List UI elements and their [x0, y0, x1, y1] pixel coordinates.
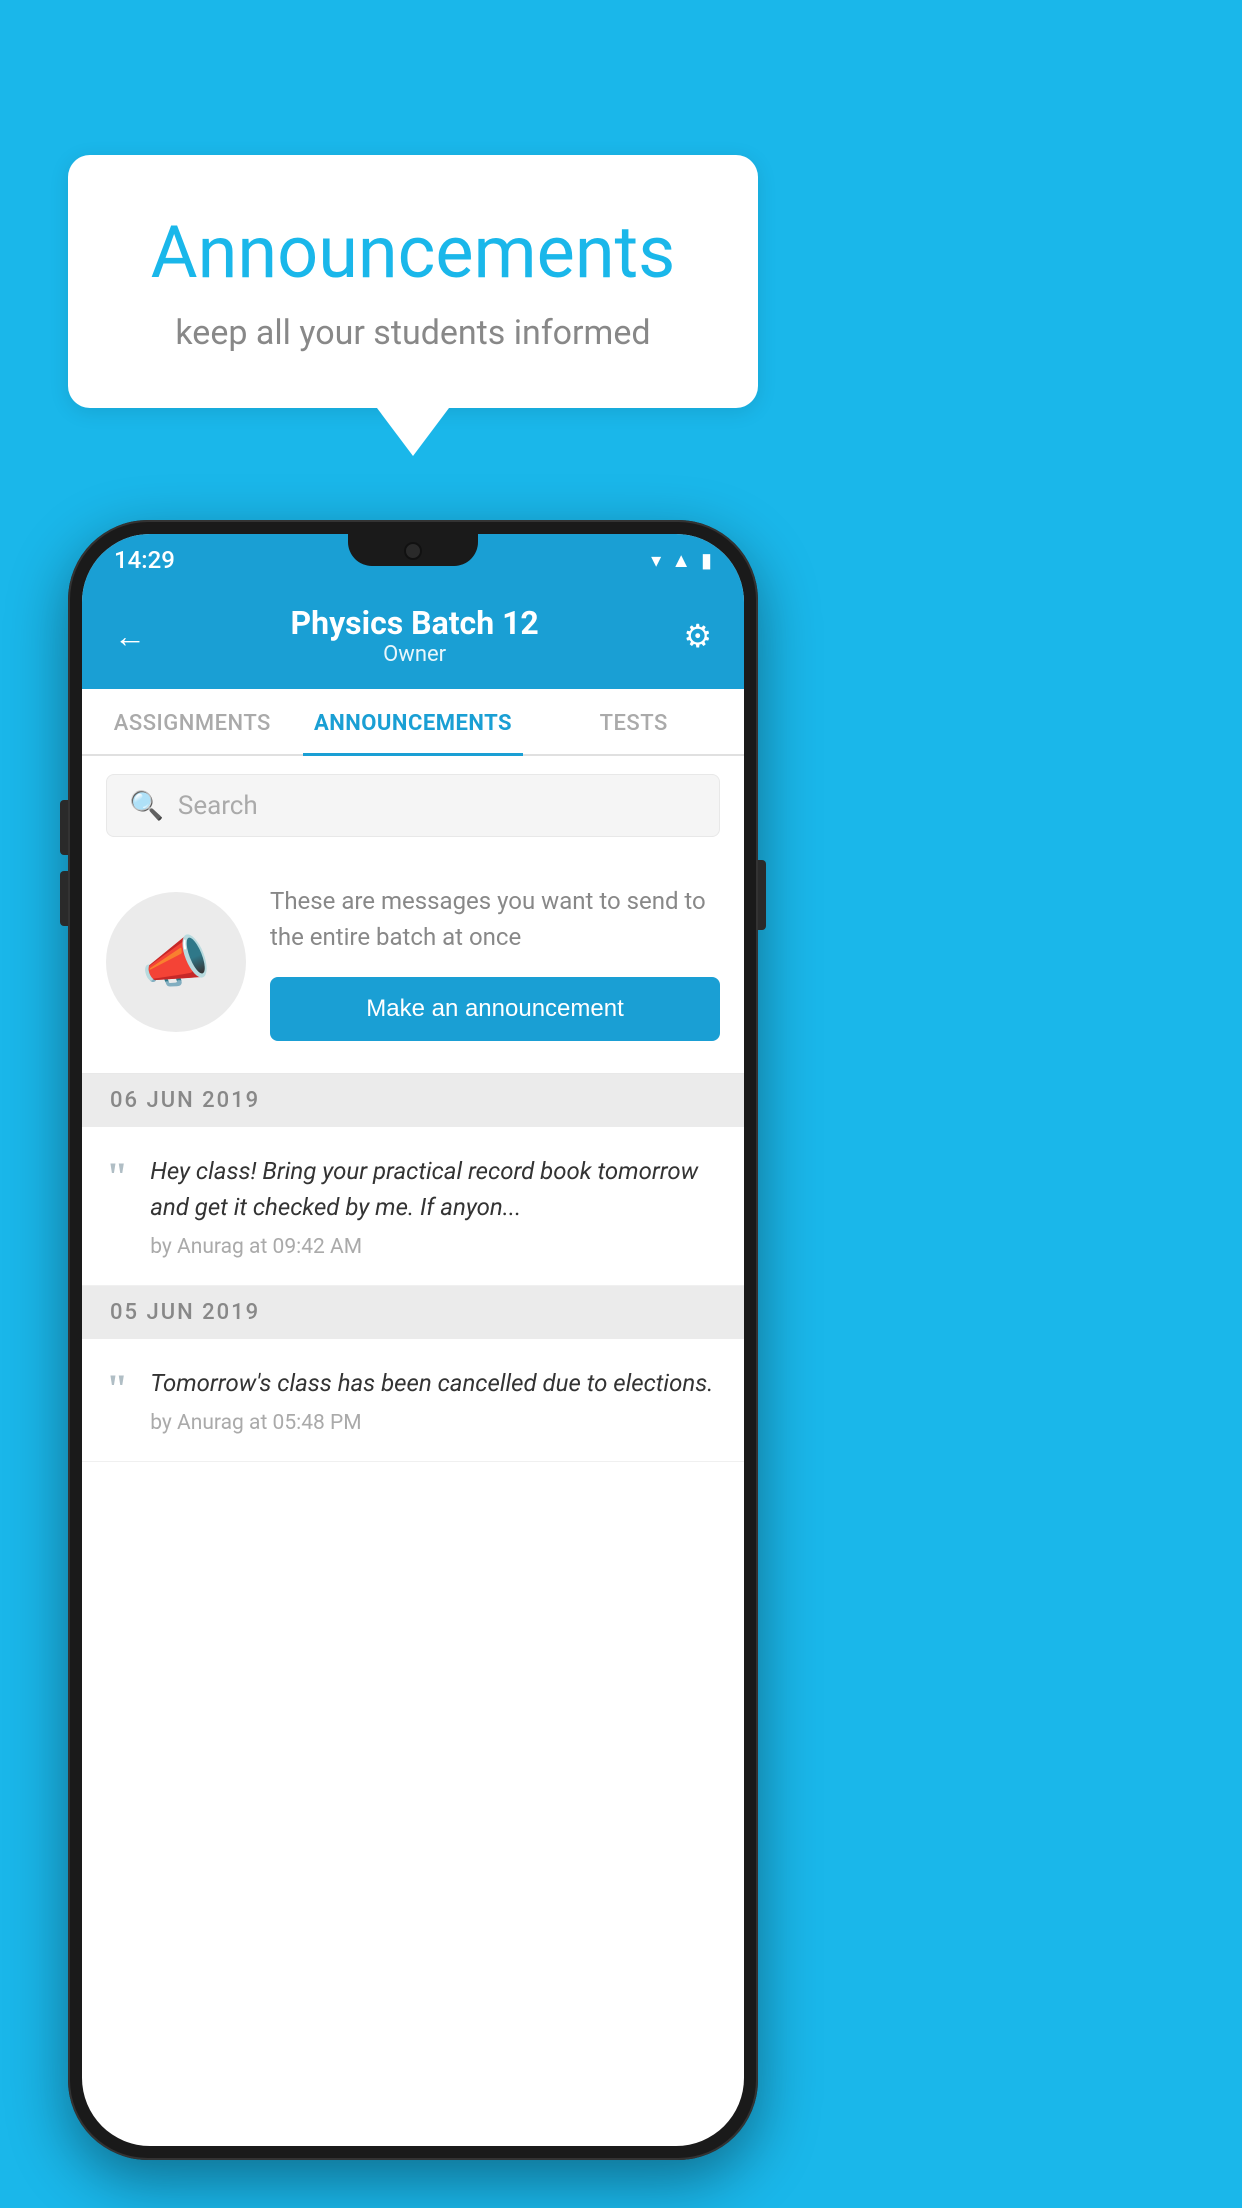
promo-icon-circle: 📣	[106, 892, 246, 1032]
announcement-content-2: Tomorrow's class has been cancelled due …	[150, 1365, 720, 1435]
date-separator-2: 05 JUN 2019	[82, 1286, 744, 1339]
volume-up-button	[60, 800, 68, 855]
settings-icon[interactable]: ⚙	[683, 617, 712, 655]
volume-down-button	[60, 871, 68, 926]
status-icons: ▾ ▲ ▮	[651, 548, 712, 573]
announcement-text-1: Hey class! Bring your practical record b…	[150, 1153, 720, 1225]
speech-bubble: Announcements keep all your students inf…	[68, 155, 758, 408]
status-time: 14:29	[114, 546, 175, 574]
tab-assignments[interactable]: ASSIGNMENTS	[82, 689, 303, 754]
announcements-title: Announcements	[128, 210, 698, 295]
phone-outer: 14:29 ▾ ▲ ▮ ← Physics Batch 12 Owner ⚙	[68, 520, 758, 2160]
wifi-icon: ▾	[651, 548, 661, 572]
power-button	[758, 860, 766, 930]
announcement-content-1: Hey class! Bring your practical record b…	[150, 1153, 720, 1259]
announcements-subtitle: keep all your students informed	[128, 313, 698, 353]
date-label-1: 06 JUN 2019	[110, 1088, 260, 1113]
tabs-bar: ASSIGNMENTS ANNOUNCEMENTS TESTS	[82, 689, 744, 756]
signal-icon: ▲	[671, 548, 691, 573]
date-label-2: 05 JUN 2019	[110, 1300, 260, 1325]
header-subtitle: Owner	[146, 642, 683, 667]
speech-bubble-tail	[377, 408, 449, 456]
header-center: Physics Batch 12 Owner	[146, 604, 683, 667]
back-button[interactable]: ←	[114, 617, 146, 655]
app-header: ← Physics Batch 12 Owner ⚙	[82, 586, 744, 689]
announcement-promo: 📣 These are messages you want to send to…	[82, 855, 744, 1074]
camera-dot	[404, 542, 422, 560]
quote-icon-1: "	[106, 1157, 128, 1197]
search-bar[interactable]: 🔍 Search	[106, 774, 720, 837]
make-announcement-button[interactable]: Make an announcement	[270, 977, 720, 1041]
quote-icon-2: "	[106, 1369, 128, 1409]
megaphone-icon: 📣	[141, 929, 211, 995]
announcement-item-2[interactable]: " Tomorrow's class has been cancelled du…	[82, 1339, 744, 1462]
header-title: Physics Batch 12	[146, 604, 683, 642]
volume-buttons	[60, 800, 68, 926]
phone-notch	[348, 534, 478, 566]
announcement-author-1: by Anurag at 09:42 AM	[150, 1235, 720, 1259]
announcement-author-2: by Anurag at 05:48 PM	[150, 1411, 720, 1435]
search-icon: 🔍	[129, 789, 164, 822]
date-separator-1: 06 JUN 2019	[82, 1074, 744, 1127]
search-container: 🔍 Search	[82, 756, 744, 855]
battery-icon: ▮	[701, 548, 712, 572]
announcement-item-1[interactable]: " Hey class! Bring your practical record…	[82, 1127, 744, 1286]
announcement-text-2: Tomorrow's class has been cancelled due …	[150, 1365, 720, 1401]
tab-tests[interactable]: TESTS	[523, 689, 744, 754]
search-placeholder: Search	[178, 791, 258, 821]
promo-description: These are messages you want to send to t…	[270, 883, 720, 955]
speech-bubble-container: Announcements keep all your students inf…	[68, 155, 758, 456]
promo-content: These are messages you want to send to t…	[270, 883, 720, 1041]
tab-announcements[interactable]: ANNOUNCEMENTS	[303, 689, 524, 754]
phone-screen: 14:29 ▾ ▲ ▮ ← Physics Batch 12 Owner ⚙	[82, 534, 744, 2146]
phone-mockup: 14:29 ▾ ▲ ▮ ← Physics Batch 12 Owner ⚙	[68, 520, 758, 2160]
